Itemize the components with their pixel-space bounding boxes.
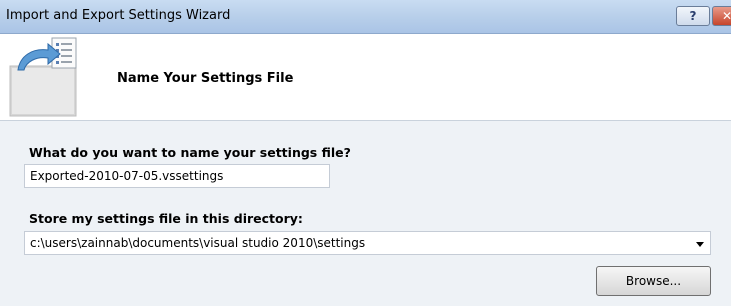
title-bar[interactable]: Import and Export Settings Wizard ? ✕: [0, 0, 731, 34]
directory-combobox[interactable]: c:\users\zainnab\documents\visual studio…: [24, 231, 711, 255]
close-button[interactable]: ✕: [712, 6, 731, 26]
name-label: What do you want to name your settings f…: [29, 145, 351, 160]
page-title: Name Your Settings File: [117, 71, 294, 86]
wizard-header: Name Your Settings File: [0, 34, 731, 120]
chevron-down-icon[interactable]: [696, 242, 704, 247]
help-button[interactable]: ?: [676, 6, 710, 26]
wizard-content: What do you want to name your settings f…: [0, 120, 731, 306]
settings-export-icon: [9, 37, 77, 117]
browse-button[interactable]: Browse...: [596, 266, 711, 296]
directory-value: c:\users\zainnab\documents\visual studio…: [30, 236, 366, 250]
window-title: Import and Export Settings Wizard: [6, 8, 231, 23]
filename-input[interactable]: Exported-2010-07-05.vssettings: [24, 164, 330, 188]
directory-label: Store my settings file in this directory…: [29, 211, 303, 226]
